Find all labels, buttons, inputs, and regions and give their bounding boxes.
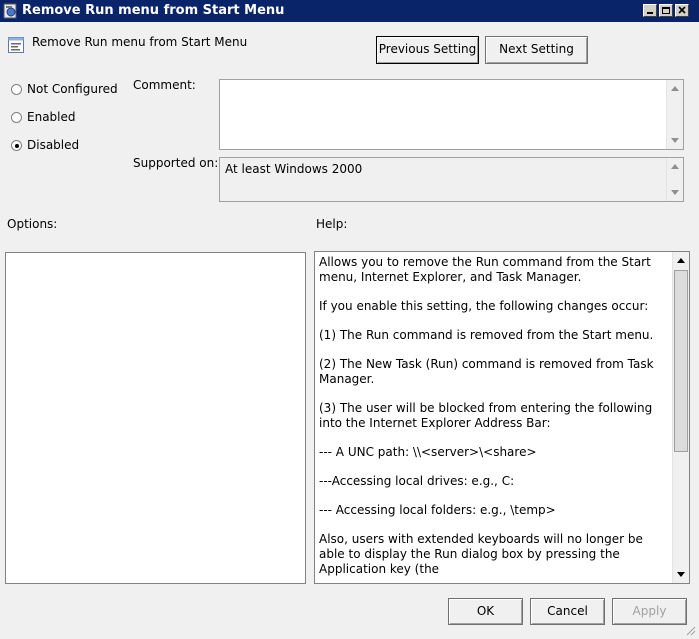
radio-enabled[interactable]: Enabled bbox=[11, 110, 121, 126]
scroll-down-button[interactable] bbox=[667, 184, 683, 201]
scrollbar-thumb[interactable] bbox=[674, 270, 688, 452]
comment-textarea[interactable] bbox=[219, 79, 684, 150]
resize-grip-icon[interactable] bbox=[684, 624, 696, 636]
apply-button[interactable]: Apply bbox=[612, 598, 687, 625]
setting-icon bbox=[8, 37, 24, 53]
supported-scrollbar[interactable] bbox=[666, 158, 683, 201]
radio-selected-dot bbox=[15, 144, 19, 148]
ok-button[interactable]: OK bbox=[448, 598, 523, 625]
policy-editor-icon bbox=[3, 3, 19, 19]
title-bar[interactable]: Remove Run menu from Start Menu bbox=[0, 0, 699, 22]
scroll-up-button[interactable] bbox=[667, 80, 683, 97]
window-title: Remove Run menu from Start Menu bbox=[22, 3, 285, 18]
cancel-button[interactable]: Cancel bbox=[530, 598, 605, 625]
scroll-down-button[interactable] bbox=[673, 566, 689, 583]
options-pane bbox=[5, 252, 306, 584]
radio-disabled[interactable]: Disabled bbox=[11, 138, 121, 154]
help-text: Allows you to remove the Run command fro… bbox=[319, 255, 654, 576]
comment-scrollbar[interactable] bbox=[666, 80, 683, 149]
supported-on-field: At least Windows 2000 bbox=[219, 157, 684, 202]
radio-button[interactable] bbox=[11, 84, 22, 95]
previous-setting-button[interactable]: Previous Setting bbox=[376, 36, 479, 64]
help-scrollbar[interactable] bbox=[672, 252, 689, 583]
comment-label: Comment: bbox=[133, 78, 196, 92]
scroll-up-button[interactable] bbox=[667, 158, 683, 175]
maximize-button[interactable] bbox=[659, 4, 673, 17]
scroll-up-button[interactable] bbox=[673, 252, 689, 269]
radio-button[interactable] bbox=[11, 140, 22, 151]
setting-name: Remove Run menu from Start Menu bbox=[32, 35, 248, 49]
supported-on-value: At least Windows 2000 bbox=[225, 162, 363, 176]
supported-on-label: Supported on: bbox=[133, 156, 219, 170]
scroll-down-button[interactable] bbox=[667, 132, 683, 149]
radio-not-configured[interactable]: Not Configured bbox=[11, 82, 121, 98]
next-setting-button[interactable]: Next Setting bbox=[485, 36, 588, 64]
radio-button[interactable] bbox=[11, 112, 22, 123]
minimize-button[interactable] bbox=[643, 4, 657, 17]
help-label: Help: bbox=[316, 217, 348, 231]
close-button[interactable] bbox=[675, 4, 689, 17]
help-pane[interactable]: Allows you to remove the Run command fro… bbox=[314, 251, 690, 584]
options-label: Options: bbox=[7, 217, 58, 231]
